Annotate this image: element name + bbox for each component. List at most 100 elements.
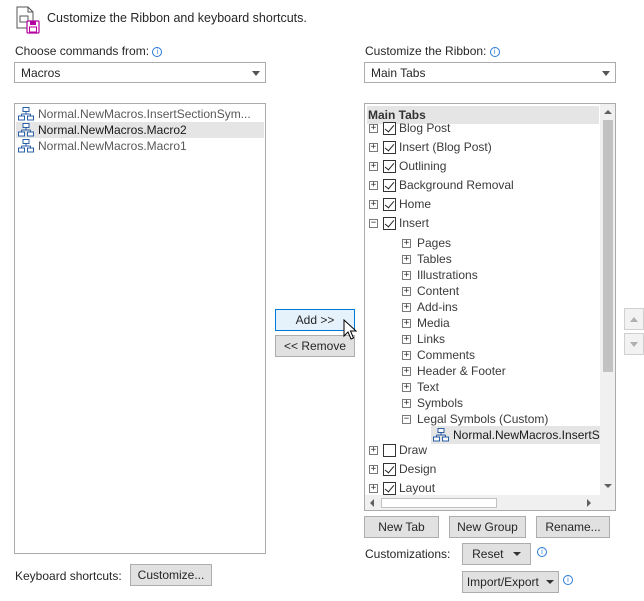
import-export-label: Import/Export — [466, 575, 539, 589]
add-button-label: Add >> — [295, 313, 335, 327]
tree-item-label: Outlining — [399, 159, 447, 173]
tree-item-background-removal[interactable]: + Background Removal — [365, 176, 601, 194]
tree-item-home[interactable]: + Home — [365, 195, 601, 213]
scroll-right-icon[interactable] — [587, 499, 591, 507]
collapse-icon[interactable]: − — [402, 415, 411, 424]
expand-icon[interactable]: + — [369, 446, 378, 455]
expand-icon[interactable]: + — [402, 351, 411, 360]
expand-icon[interactable]: + — [369, 162, 378, 171]
choose-commands-value: Macros — [21, 66, 61, 80]
tree-item-label: Background Removal — [399, 178, 514, 192]
expand-icon[interactable]: + — [369, 124, 378, 133]
remove-button-label: << Remove — [283, 339, 347, 353]
move-up-button[interactable] — [624, 308, 644, 330]
list-item[interactable]: Normal.NewMacros.InsertSectionSym... — [16, 106, 264, 122]
macro-icon — [433, 428, 449, 442]
checkbox[interactable] — [383, 179, 396, 192]
scroll-down-icon[interactable] — [604, 484, 612, 488]
list-item-label: Normal.NewMacros.Macro2 — [38, 123, 187, 137]
tree-item-outlining[interactable]: + Outlining — [365, 157, 601, 175]
new-tab-label: New Tab — [378, 520, 425, 534]
customize-ribbon-icon — [15, 6, 41, 34]
scroll-left-icon[interactable] — [370, 499, 374, 507]
expand-icon[interactable]: + — [402, 399, 411, 408]
tree-item-draw[interactable]: + Draw — [365, 441, 601, 459]
macro-icon — [18, 123, 34, 137]
commands-list[interactable]: Normal.NewMacros.InsertSectionSym... Nor… — [14, 103, 266, 554]
keyboard-shortcuts-label: Keyboard shortcuts: — [15, 569, 122, 583]
horizontal-scrollbar[interactable] — [365, 495, 600, 510]
reset-label: Reset — [472, 547, 504, 561]
info-icon[interactable]: i — [152, 47, 163, 57]
vertical-scrollbar[interactable] — [600, 104, 615, 495]
tree-item-insert[interactable]: − Insert — [365, 214, 601, 232]
info-icon[interactable]: i — [563, 575, 573, 585]
expand-icon[interactable]: + — [402, 239, 411, 248]
checkbox[interactable] — [383, 141, 396, 154]
mouse-cursor-icon — [343, 319, 357, 340]
chevron-down-icon — [512, 552, 521, 556]
tree-item-design[interactable]: + Design — [365, 460, 601, 478]
choose-commands-text: Choose commands from: — [15, 44, 150, 58]
list-item[interactable]: Normal.NewMacros.Macro1 — [16, 138, 264, 154]
reset-button[interactable]: Reset — [462, 543, 531, 565]
checkbox[interactable] — [383, 160, 396, 173]
expand-icon[interactable]: + — [369, 484, 378, 493]
expand-icon[interactable]: + — [369, 181, 378, 190]
expand-icon[interactable]: + — [402, 287, 411, 296]
expand-icon[interactable]: + — [402, 383, 411, 392]
customize-ribbon-dropdown[interactable]: Main Tabs — [364, 62, 616, 83]
checkbox[interactable] — [383, 198, 396, 211]
scrollbar-thumb[interactable] — [381, 498, 497, 508]
scroll-up-icon[interactable] — [604, 110, 612, 114]
scrollbar-thumb[interactable] — [603, 120, 613, 372]
expand-icon[interactable]: + — [402, 319, 411, 328]
collapse-icon[interactable]: − — [369, 219, 378, 228]
chevron-down-icon — [602, 71, 610, 76]
customizations-label: Customizations: — [365, 547, 451, 561]
chevron-down-icon — [546, 580, 555, 584]
move-down-button[interactable] — [624, 333, 644, 355]
expand-icon[interactable]: + — [369, 200, 378, 209]
checkbox[interactable] — [383, 122, 396, 135]
tree-item-blog-post[interactable]: + Blog Post — [365, 119, 601, 137]
customize-ribbon-value: Main Tabs — [371, 66, 426, 80]
expand-icon[interactable]: + — [402, 271, 411, 280]
macro-icon — [18, 107, 34, 121]
ribbon-tree[interactable]: Main Tabs + Blog Post + Insert (Blog Pos… — [364, 103, 616, 511]
list-item-label: Normal.NewMacros.InsertSectionSym... — [38, 107, 251, 121]
tree-item-label: Design — [399, 462, 437, 476]
customize-ribbon-text: Customize the Ribbon: — [365, 44, 487, 58]
checkbox[interactable] — [383, 217, 396, 230]
list-item[interactable]: Normal.NewMacros.Macro2 — [16, 122, 264, 138]
new-group-button[interactable]: New Group — [449, 516, 526, 538]
customize-shortcuts-button[interactable]: Customize... — [130, 564, 212, 586]
tree-item-label: Draw — [399, 443, 428, 457]
move-up-icon — [630, 317, 638, 322]
expand-icon[interactable]: + — [369, 143, 378, 152]
expand-icon[interactable]: + — [402, 255, 411, 264]
expand-icon[interactable]: + — [402, 303, 411, 312]
import-export-button[interactable]: Import/Export — [462, 571, 559, 593]
new-group-label: New Group — [457, 520, 518, 534]
tree-item-label: Home — [399, 197, 432, 211]
choose-commands-dropdown[interactable]: Macros — [14, 62, 266, 83]
rename-button[interactable]: Rename... — [536, 516, 610, 538]
info-icon[interactable]: i — [537, 547, 547, 557]
expand-icon[interactable]: + — [369, 465, 378, 474]
chevron-down-icon — [252, 71, 260, 76]
scrollbar-corner — [600, 495, 615, 510]
list-item-label: Normal.NewMacros.Macro1 — [38, 139, 187, 153]
new-tab-button[interactable]: New Tab — [364, 516, 439, 538]
expand-icon[interactable]: + — [402, 335, 411, 344]
info-icon[interactable]: i — [489, 47, 500, 57]
tree-item-label: Insert (Blog Post) — [399, 140, 492, 154]
move-down-icon — [630, 342, 638, 347]
expand-icon[interactable]: + — [402, 367, 411, 376]
checkbox[interactable] — [383, 482, 396, 495]
tree-item-insert-blog-post[interactable]: + Insert (Blog Post) — [365, 138, 601, 156]
checkbox[interactable] — [383, 463, 396, 476]
tree-item-label: Insert — [399, 216, 430, 230]
checkbox[interactable] — [383, 444, 396, 457]
customize-ribbon-label: Customize the Ribbon: i — [365, 44, 500, 58]
